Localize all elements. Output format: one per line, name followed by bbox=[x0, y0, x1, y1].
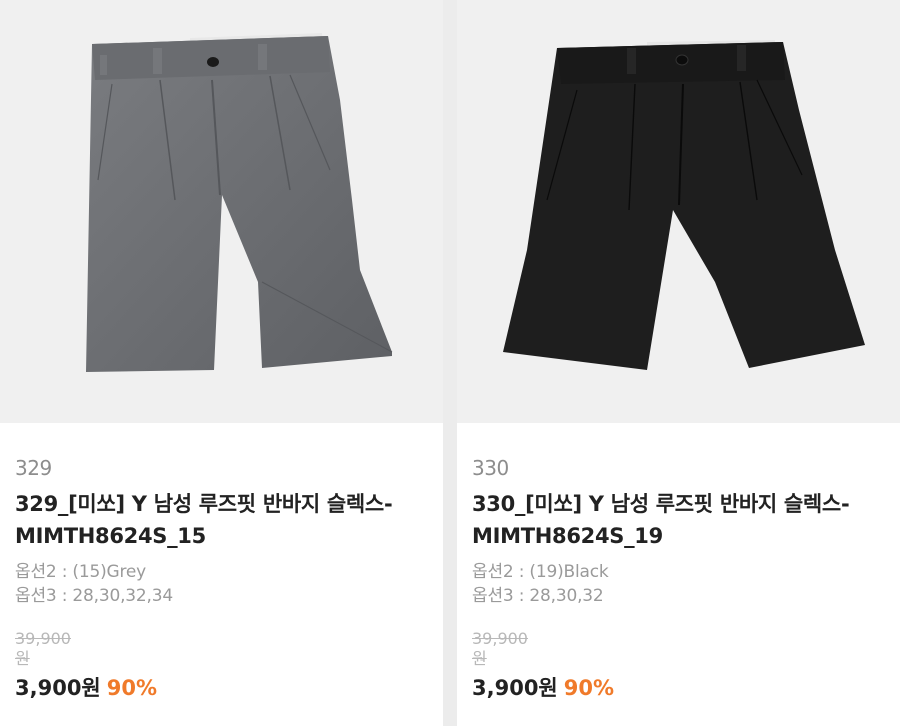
product-index: 330 bbox=[472, 456, 509, 480]
product-card-330[interactable]: 330 330_[미쏘] Y 남성 루즈핏 반바지 슬렉스-MIMTH8624S… bbox=[457, 0, 900, 726]
original-price: 39,900원 bbox=[15, 629, 71, 668]
price-row: 3,900원 90% bbox=[472, 675, 900, 701]
original-price: 39,900원 bbox=[472, 629, 528, 668]
option3-text: 옵션3 : 28,30,32,34 bbox=[15, 586, 173, 606]
product-title[interactable]: 329_[미쏘] Y 남성 루즈핏 반바지 슬렉스-MIMTH8624S_15 bbox=[15, 488, 425, 552]
option3-text: 옵션3 : 28,30,32 bbox=[472, 586, 604, 606]
price-row: 3,900원 90% bbox=[15, 675, 443, 701]
product-card-329[interactable]: 329 329_[미쏘] Y 남성 루즈핏 반바지 슬렉스-MIMTH8624S… bbox=[0, 0, 443, 726]
product-index: 329 bbox=[15, 456, 52, 480]
black-shorts-image bbox=[503, 40, 865, 370]
product-image[interactable] bbox=[457, 0, 900, 423]
discount-rate: 90% bbox=[106, 676, 158, 700]
product-grid: 329 329_[미쏘] Y 남성 루즈핏 반바지 슬렉스-MIMTH8624S… bbox=[0, 0, 900, 726]
product-title[interactable]: 330_[미쏘] Y 남성 루즈핏 반바지 슬렉스-MIMTH8624S_19 bbox=[472, 488, 882, 552]
sale-price: 3,900원 bbox=[472, 676, 558, 700]
option2-text: 옵션2 : (19)Black bbox=[472, 562, 609, 582]
product-image[interactable] bbox=[0, 0, 443, 423]
grey-shorts-image bbox=[86, 33, 393, 372]
sale-price: 3,900원 bbox=[15, 676, 101, 700]
option2-text: 옵션2 : (15)Grey bbox=[15, 562, 147, 582]
discount-rate: 90% bbox=[563, 676, 615, 700]
